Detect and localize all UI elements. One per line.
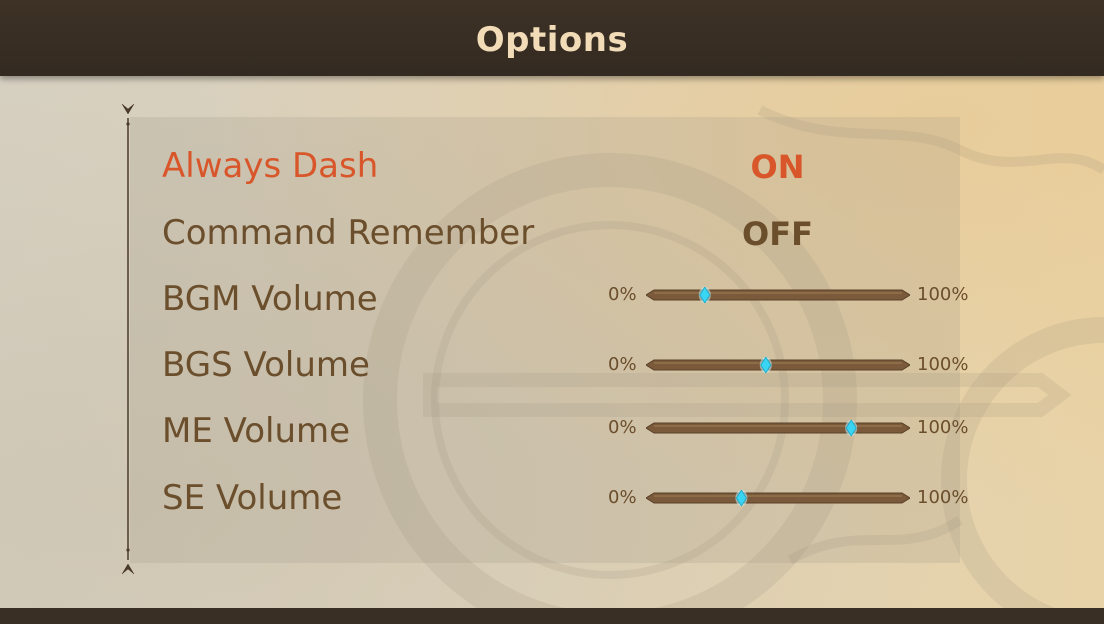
se-max-label: 100% <box>917 487 969 508</box>
slider-track[interactable] <box>646 359 910 371</box>
se-volume-slider[interactable] <box>646 490 910 506</box>
bgm-min-label: 0% <box>608 284 637 305</box>
bgs-volume-slider[interactable] <box>646 357 910 373</box>
option-se-volume-label[interactable]: SE Volume <box>162 478 342 518</box>
me-volume-slider[interactable] <box>646 420 910 436</box>
page-title: Options <box>475 20 629 60</box>
me-max-label: 100% <box>917 417 969 438</box>
option-always-dash-value[interactable]: ON <box>700 148 855 186</box>
slider-track[interactable] <box>646 289 910 301</box>
me-min-label: 0% <box>608 417 637 438</box>
option-bgm-volume-label[interactable]: BGM Volume <box>162 279 378 319</box>
title-bar: Options <box>0 0 1104 76</box>
option-bgs-volume-label[interactable]: BGS Volume <box>162 345 370 385</box>
se-min-label: 0% <box>608 487 637 508</box>
option-command-remember-label[interactable]: Command Remember <box>162 213 534 253</box>
bgs-min-label: 0% <box>608 354 637 375</box>
scroll-rail <box>121 103 135 575</box>
option-me-volume-label[interactable]: ME Volume <box>162 411 350 451</box>
slider-track[interactable] <box>646 422 910 434</box>
bgm-volume-slider[interactable] <box>646 287 910 303</box>
option-command-remember-value[interactable]: OFF <box>700 215 855 253</box>
slider-track[interactable] <box>646 492 910 504</box>
option-always-dash-label[interactable]: Always Dash <box>162 146 378 186</box>
bottom-bar <box>0 608 1104 624</box>
bgm-max-label: 100% <box>917 284 969 305</box>
bgs-max-label: 100% <box>917 354 969 375</box>
